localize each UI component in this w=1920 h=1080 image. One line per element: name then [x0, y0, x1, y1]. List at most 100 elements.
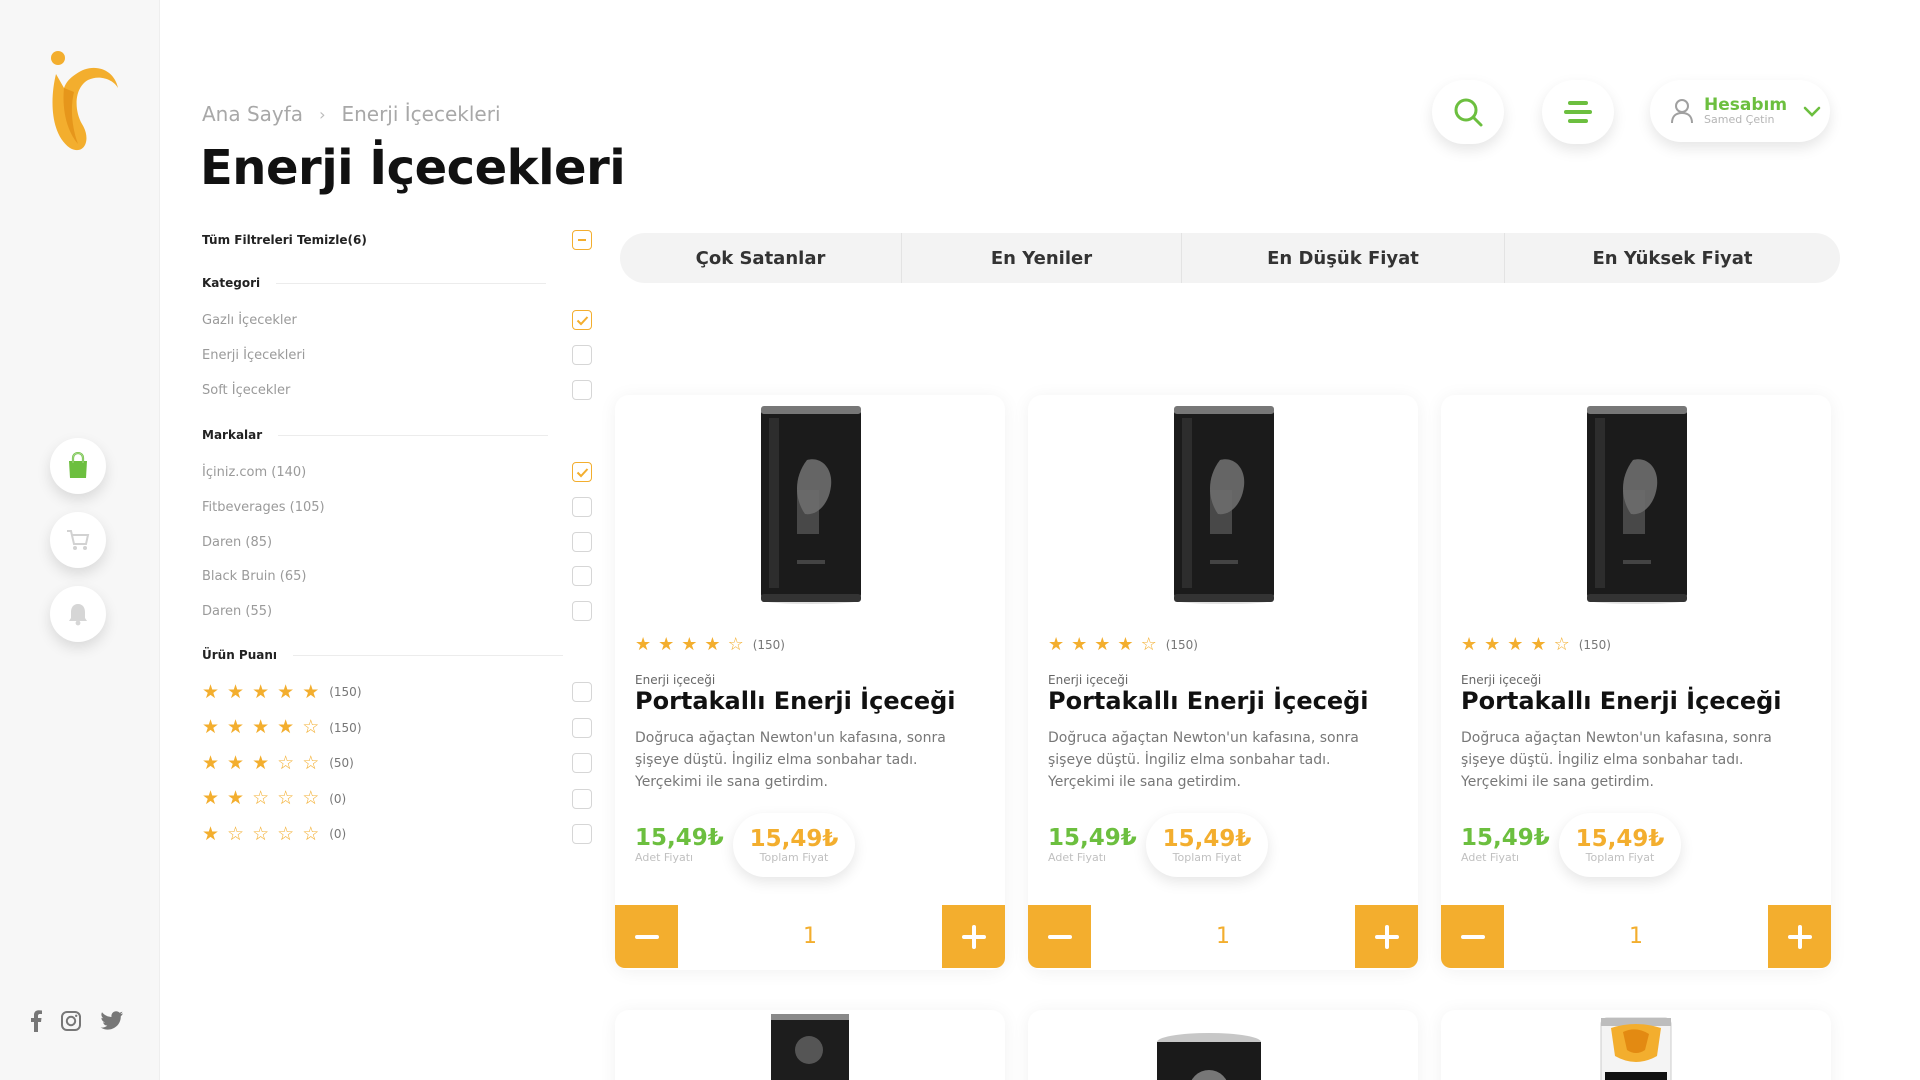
brand-logo[interactable] — [44, 48, 124, 158]
checkbox[interactable] — [572, 566, 592, 586]
clear-filters-link[interactable]: Tüm Filtreleri Temizle(6) — [202, 233, 367, 247]
filter-category-label: Gazlı İçecekler — [202, 312, 297, 328]
quantity-value[interactable]: 1 — [750, 924, 870, 949]
filter-category-label: Soft İçecekler — [202, 382, 291, 398]
star-filled-icon: ★ — [277, 680, 295, 703]
filter-category-label: Enerji İçecekleri — [202, 347, 306, 363]
unit-price-value: 15,49₺ — [1048, 825, 1137, 851]
filter-brand-item[interactable]: Daren (55) — [202, 601, 592, 621]
rating-count: (0) — [329, 827, 347, 841]
product-card-partial[interactable] — [615, 1010, 1005, 1080]
star-outline-icon: ☆ — [1140, 634, 1157, 655]
product-card[interactable]: ★ ★ ★ ★ ☆ (150) Enerji içeceği Portakallı Ene… — [1441, 395, 1831, 970]
star-filled-icon: ★ — [202, 787, 220, 809]
rating-stars: ★ ★ ★ ★ ☆ (150) — [202, 718, 362, 737]
unit-price: 15,49₺ Adet Fiyatı — [1461, 825, 1550, 864]
decrease-button[interactable] — [615, 905, 678, 968]
filter-rating-item[interactable]: ★ ★ ★ ★ ☆ (150) — [202, 717, 592, 738]
review-count: (150) — [1578, 637, 1611, 652]
filter-rating-item[interactable]: ★ ★ ☆ ☆ ☆ (0) — [202, 787, 592, 809]
check-icon — [576, 315, 588, 325]
clear-filters-toggle[interactable] — [572, 230, 592, 250]
checkbox[interactable] — [572, 682, 592, 702]
product-category: Enerji içeceği — [635, 673, 716, 687]
product-card[interactable]: ★ ★ ★ ★ ☆ (150) Enerji içeceği Portakallı Ene… — [615, 395, 1005, 970]
filter-category-item[interactable]: Gazlı İçecekler — [202, 310, 592, 330]
checkbox[interactable] — [572, 497, 592, 517]
quantity-value[interactable]: 1 — [1163, 924, 1283, 949]
breadcrumb-home[interactable]: Ana Sayfa — [202, 102, 303, 126]
product-rating: ★ ★ ★ ★ ☆ (150) — [635, 635, 785, 654]
filter-brand-item[interactable]: Black Bruin (65) — [202, 566, 592, 586]
filter-rating-item[interactable]: ★ ★ ★ ★ ★ (150) — [202, 682, 592, 702]
cart-button[interactable] — [50, 512, 106, 568]
menu-button[interactable] — [1542, 80, 1614, 144]
checkbox-checked[interactable] — [572, 310, 592, 330]
chevron-down-icon — [1803, 106, 1821, 117]
breadcrumb-current[interactable]: Enerji İçecekleri — [341, 102, 500, 126]
divider — [276, 282, 547, 284]
sort-tab-highest-price[interactable]: En Yüksek Fiyat — [1505, 233, 1840, 283]
increase-button[interactable] — [1768, 905, 1831, 968]
divider — [293, 654, 564, 656]
product-description: Doğruca ağaçtan Newton'un kafasına, sonr… — [1461, 730, 1772, 790]
increase-button[interactable] — [1355, 905, 1418, 968]
filter-category-item[interactable]: Soft İçecekler — [202, 380, 592, 400]
star-filled-icon: ★ — [1461, 634, 1478, 655]
quantity-value[interactable]: 1 — [1576, 924, 1696, 949]
total-price-label: Toplam Fiyat — [1585, 850, 1655, 864]
star-filled-icon: ★ — [277, 716, 295, 738]
checkbox[interactable] — [572, 824, 592, 844]
checkbox[interactable] — [572, 345, 592, 365]
product-name[interactable]: Portakallı Enerji İçeceği — [1461, 687, 1782, 715]
product-card-partial[interactable] — [1441, 1010, 1831, 1080]
checkbox[interactable] — [572, 532, 592, 552]
product-can-image — [761, 406, 861, 604]
filter-category-item[interactable]: Enerji İçecekleri — [202, 345, 592, 365]
filter-rating-item[interactable]: ★ ★ ★ ☆ ☆ (50) — [202, 753, 592, 773]
star-filled-icon: ★ — [202, 680, 220, 703]
star-outline-icon: ☆ — [277, 751, 295, 774]
filter-rating-item[interactable]: ★ ☆ ☆ ☆ ☆ (0) — [202, 824, 592, 844]
star-outline-icon: ☆ — [727, 634, 744, 655]
star-filled-icon: ★ — [1071, 634, 1088, 655]
increase-button[interactable] — [942, 905, 1005, 968]
decrease-button[interactable] — [1441, 905, 1504, 968]
unit-price-value: 15,49₺ — [1461, 825, 1550, 851]
filter-brand-item[interactable]: Fitbeverages (105) — [202, 497, 592, 517]
product-card-partial[interactable] — [1028, 1010, 1418, 1080]
unit-price-label: Adet Fiyatı — [1461, 851, 1520, 864]
filter-brand-item[interactable]: Daren (85) — [202, 532, 592, 552]
instagram-icon[interactable] — [60, 1010, 82, 1032]
star-outline-icon: ☆ — [227, 822, 245, 845]
cart-icon — [67, 530, 90, 550]
sort-tab-lowest-price[interactable]: En Düşük Fiyat — [1182, 233, 1505, 283]
product-name[interactable]: Portakallı Enerji İçeceği — [1048, 687, 1369, 715]
product-name[interactable]: Portakallı Enerji İçeceği — [635, 687, 956, 715]
notifications-button[interactable] — [50, 586, 106, 642]
checkbox[interactable] — [572, 717, 592, 738]
filter-brand-item[interactable]: İçiniz.com (140) — [202, 462, 592, 482]
checkbox-checked[interactable] — [572, 462, 592, 482]
unit-price: 15,49₺ Adet Fiyatı — [635, 825, 724, 864]
decrease-button[interactable] — [1028, 905, 1091, 968]
sort-tab-newest[interactable]: En Yeniler — [902, 233, 1182, 283]
checkbox[interactable] — [572, 380, 592, 400]
facebook-icon[interactable] — [30, 1010, 42, 1032]
product-card[interactable]: ★ ★ ★ ★ ☆ (150) Enerji içeceği Portakallı Ene… — [1028, 395, 1418, 970]
twitter-icon[interactable] — [100, 1011, 124, 1031]
product-can-image — [1587, 406, 1687, 604]
search-button[interactable] — [1432, 80, 1504, 144]
minus-icon — [578, 239, 586, 241]
bag-button[interactable] — [50, 438, 106, 494]
divider — [278, 434, 549, 436]
checkbox[interactable] — [572, 788, 592, 809]
minus-icon — [634, 934, 659, 939]
check-icon — [576, 467, 588, 477]
sort-tab-best-selling[interactable]: Çok Satanlar — [620, 233, 902, 283]
account-menu[interactable]: Hesabım Samed Çetin — [1650, 80, 1830, 142]
checkbox[interactable] — [572, 753, 592, 773]
checkbox[interactable] — [572, 601, 592, 621]
star-filled-icon: ★ — [202, 751, 220, 774]
star-filled-icon: ★ — [1048, 634, 1065, 655]
